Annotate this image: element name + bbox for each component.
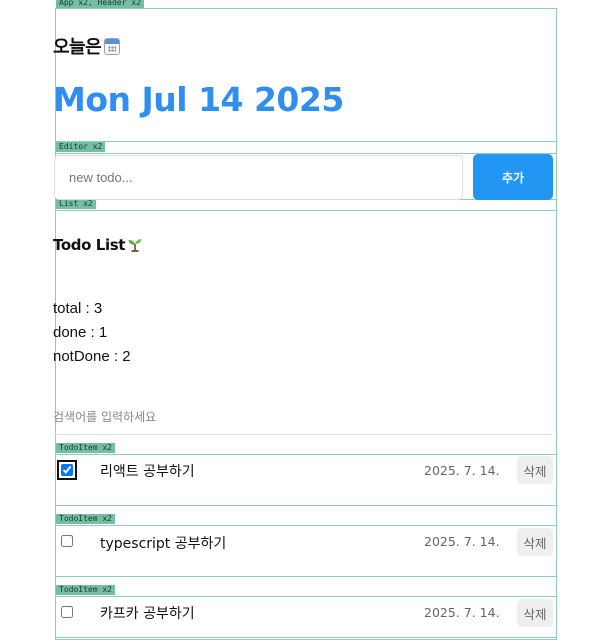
todo-date: 2025. 7. 14. [424,534,500,549]
todo-item-outline [55,454,557,455]
debug-tag-todo-item: TodoItem x2 [56,585,115,595]
debug-tag-list: List x2 [56,199,96,209]
todo-item-outline [55,576,557,577]
current-date: Mon Jul 14 2025 [53,80,344,119]
today-label: 오늘은 [53,33,121,59]
todo-content: 카프카 공부하기 [100,606,195,622]
seedling-icon [128,239,142,252]
add-todo-button[interactable]: 추가 [473,154,553,200]
stat-total: total : 3 [53,300,103,317]
todo-item-outline [55,505,557,506]
todo-date: 2025. 7. 14. [424,463,500,478]
todo-checkbox[interactable] [61,606,73,618]
new-todo-input[interactable] [54,155,463,200]
stat-done: done : 1 [53,324,108,341]
todo-item-outline [55,525,557,526]
todo-date: 2025. 7. 14. [424,605,500,620]
debug-tag-editor: Editor x2 [56,142,106,152]
list-title-text: Todo List [53,236,126,254]
delete-button[interactable]: 삭제 [517,599,553,627]
today-label-text: 오늘은 [53,37,102,58]
debug-tag-todo-item: TodoItem x2 [56,443,115,453]
stat-not-done: notDone : 2 [53,348,131,365]
delete-button[interactable]: 삭제 [517,528,553,556]
debug-tag-app-header: App x2, Header x2 [56,0,144,8]
todo-item-outline [55,596,557,597]
list-title: Todo List [53,236,143,254]
todo-content: typescript 공부하기 [100,536,227,552]
search-input[interactable] [53,400,553,435]
todo-content: 리액트 공부하기 [100,464,195,480]
debug-tag-todo-item: TodoItem x2 [56,514,115,524]
delete-button[interactable]: 삭제 [517,456,553,484]
todo-checkbox[interactable] [57,460,77,480]
todo-checkbox[interactable] [61,535,73,547]
header-outline [55,8,557,142]
calendar-icon [104,38,121,55]
